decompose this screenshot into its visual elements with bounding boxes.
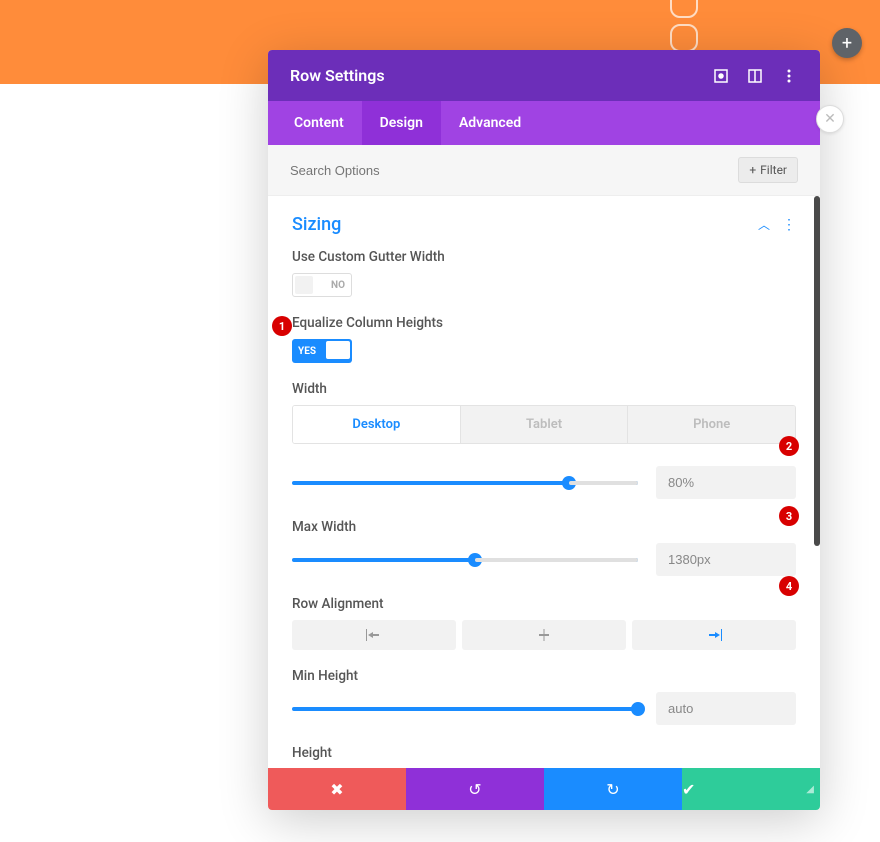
cancel-button[interactable]: ✖: [268, 768, 406, 810]
close-icon: ✖: [330, 780, 343, 799]
toggle-gutter-text: NO: [331, 280, 345, 291]
filter-label: Filter: [760, 163, 787, 177]
slider-row-width: [292, 466, 796, 499]
annotation-badge-2: 2: [779, 436, 799, 456]
undo-icon: ↺: [468, 780, 481, 799]
slider-min-height[interactable]: [292, 707, 638, 711]
annotation-badge-3: 3: [779, 506, 799, 526]
add-section-fab[interactable]: +: [832, 28, 862, 58]
modal-footer: ✖ ↺ ↻ ✔ ◢: [268, 768, 820, 810]
search-input[interactable]: [290, 163, 738, 178]
input-width-value[interactable]: [656, 466, 796, 499]
toggle-gutter[interactable]: NO: [292, 273, 352, 297]
columns-icon[interactable]: [746, 67, 764, 85]
label-height: Height: [292, 745, 796, 761]
resize-grip-icon[interactable]: ◢: [806, 784, 814, 795]
label-max-width: Max Width: [292, 519, 796, 535]
device-tabs: Desktop Tablet Phone: [292, 405, 796, 444]
tab-design[interactable]: Design: [362, 101, 441, 145]
slider-width[interactable]: [292, 481, 638, 485]
redo-button[interactable]: ↻: [544, 768, 682, 810]
globe-close-button[interactable]: ✕: [816, 105, 844, 133]
label-row-alignment: Row Alignment: [292, 596, 796, 612]
row-settings-modal: Row Settings Content Design Advanced + F…: [268, 50, 820, 810]
slider-thumb[interactable]: [468, 553, 482, 567]
group-equalize: Equalize Column Heights YES: [292, 315, 796, 363]
scrollbar[interactable]: [814, 196, 820, 546]
device-tab-phone[interactable]: Phone: [627, 406, 795, 443]
label-equalize: Equalize Column Heights: [292, 315, 796, 331]
slider-thumb[interactable]: [631, 702, 645, 716]
plus-icon: +: [842, 33, 852, 54]
label-gutter: Use Custom Gutter Width: [292, 249, 796, 265]
annotation-badge-4: 4: [779, 576, 799, 596]
globe-icon: ✕: [824, 111, 836, 127]
align-left-button[interactable]: [292, 620, 456, 650]
label-min-height: Min Height: [292, 668, 796, 684]
modal-header[interactable]: Row Settings: [268, 50, 820, 101]
align-right-icon: [706, 629, 722, 641]
modal-title: Row Settings: [290, 66, 385, 85]
slider-row-max-width: [292, 543, 796, 576]
group-row-alignment: Row Alignment: [292, 596, 796, 650]
more-icon[interactable]: [780, 67, 798, 85]
chevron-up-icon[interactable]: ︿: [758, 216, 770, 233]
device-tab-desktop[interactable]: Desktop: [293, 406, 460, 443]
tab-advanced[interactable]: Advanced: [441, 101, 539, 145]
slider-max-width[interactable]: [292, 558, 638, 562]
group-width: Width Desktop Tablet Phone: [292, 381, 796, 499]
save-button[interactable]: ✔ ◢: [682, 768, 820, 810]
align-center-button[interactable]: [462, 620, 626, 650]
toggle-equalize-text: YES: [298, 346, 316, 357]
slider-thumb[interactable]: [562, 476, 576, 490]
expand-icon[interactable]: [712, 67, 730, 85]
slider-row-min-height: [292, 692, 796, 725]
group-min-height: Min Height: [292, 668, 796, 725]
modal-tabs: Content Design Advanced: [268, 101, 820, 145]
align-center-icon: [536, 629, 552, 641]
section-sizing-header[interactable]: Sizing ︿ ⋮: [292, 214, 796, 235]
plus-small-icon: +: [749, 163, 756, 177]
group-gutter: Use Custom Gutter Width NO: [292, 249, 796, 297]
group-height: Height: [292, 745, 796, 768]
section-title-text: Sizing: [292, 214, 341, 235]
toggle-equalize[interactable]: YES: [292, 339, 352, 363]
input-max-width-value[interactable]: [656, 543, 796, 576]
search-bar: + Filter: [268, 145, 820, 196]
modal-body: Sizing ︿ ⋮ Use Custom Gutter Width NO Eq…: [268, 196, 820, 768]
undo-button[interactable]: ↺: [406, 768, 544, 810]
check-icon: ✔: [682, 780, 695, 799]
input-min-height-value[interactable]: [656, 692, 796, 725]
device-tab-tablet[interactable]: Tablet: [460, 406, 628, 443]
tab-content[interactable]: Content: [276, 101, 362, 145]
alignment-buttons: [292, 620, 796, 650]
label-width: Width: [292, 381, 796, 397]
align-left-icon: [366, 629, 382, 641]
filter-button[interactable]: + Filter: [738, 157, 798, 183]
group-max-width: Max Width: [292, 519, 796, 576]
annotation-badge-1: 1: [272, 316, 292, 336]
redo-icon: ↻: [606, 780, 619, 799]
section-more-icon[interactable]: ⋮: [782, 217, 796, 233]
align-right-button[interactable]: [632, 620, 796, 650]
